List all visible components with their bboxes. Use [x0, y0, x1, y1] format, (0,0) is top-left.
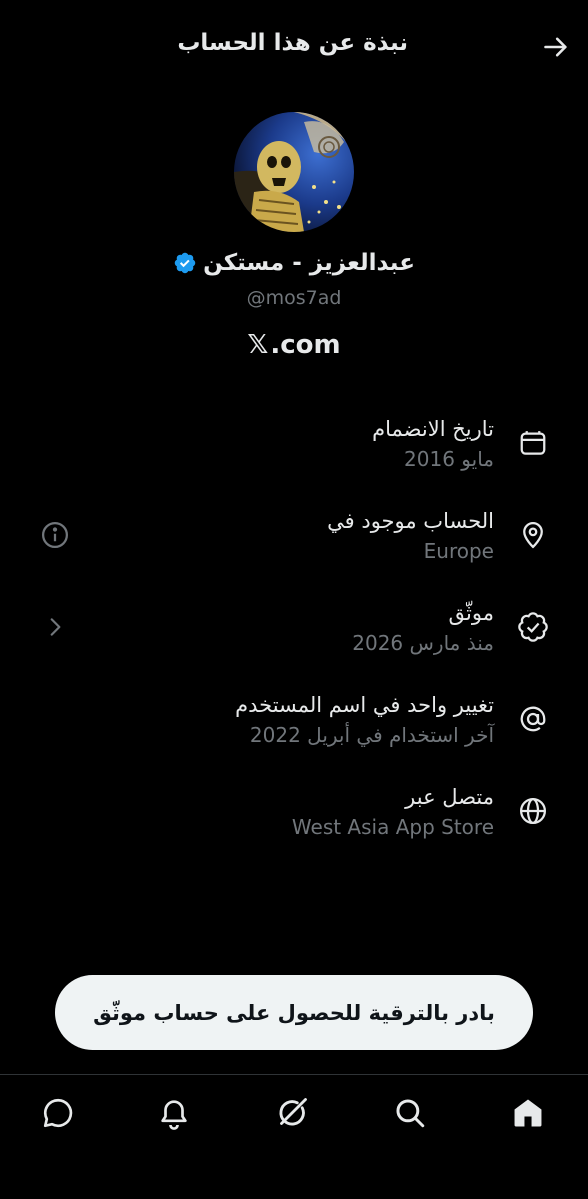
info-text: موثّق منذ مارس 2026	[352, 598, 494, 658]
info-circle-icon	[42, 522, 68, 548]
info-title: متصل عبر	[405, 785, 494, 809]
info-value: West Asia App Store	[291, 815, 494, 839]
info-title: تغيير واحد في اسم المستخدم	[235, 693, 494, 717]
info-item-connected-via: متصل عبر West Asia App Store	[0, 772, 588, 864]
info-item-username-change: تغيير واحد في اسم المستخدم آخر استخدام ف…	[0, 680, 588, 772]
info-value: مايو 2016	[404, 447, 494, 471]
calendar-icon	[516, 426, 550, 460]
info-list: تاريخ الانضمام مايو 2016 الحساب موجود في…	[0, 404, 588, 864]
avatar[interactable]	[234, 112, 354, 232]
at-sign-icon	[516, 702, 550, 736]
back-button[interactable]	[540, 31, 572, 63]
site-domain: .com	[270, 330, 341, 360]
info-text: متصل عبر West Asia App Store	[292, 782, 494, 842]
handle: @mos7ad	[246, 287, 342, 309]
info-value: منذ مارس 2026	[352, 631, 494, 655]
globe-icon	[516, 794, 550, 828]
info-value: Europe	[423, 539, 494, 563]
nav-grok[interactable]	[272, 1093, 312, 1133]
info-item-join-date: تاريخ الانضمام مايو 2016	[0, 404, 588, 496]
verified-badge-icon	[173, 251, 197, 275]
info-title: تاريخ الانضمام	[372, 417, 494, 441]
avatar-image	[234, 112, 354, 232]
verified-details-button[interactable]	[38, 610, 72, 644]
info-item-verified[interactable]: موثّق منذ مارس 2026	[0, 588, 588, 680]
display-name: عبدالعزيز - مستكن	[203, 250, 415, 276]
page-title: نبذة عن هذا الحساب	[177, 30, 408, 56]
home-icon	[514, 1099, 542, 1127]
info-item-location: الحساب موجود في Europe	[0, 496, 588, 588]
name-row: عبدالعزيز - مستكن	[0, 250, 588, 276]
info-text: تغيير واحد في اسم المستخدم آخر استخدام ف…	[235, 690, 494, 750]
info-title: الحساب موجود في	[327, 509, 494, 533]
header: نبذة عن هذا الحساب	[0, 0, 588, 92]
info-title: موثّق	[448, 601, 494, 625]
bell-icon	[161, 1100, 187, 1130]
bottom-nav	[0, 1074, 588, 1199]
arrow-right-icon	[544, 37, 567, 57]
search-icon	[396, 1099, 425, 1128]
site-link[interactable]: 𝕏 .com	[0, 330, 588, 360]
chevron-left-icon	[50, 618, 61, 636]
location-pin-icon	[516, 518, 550, 552]
upgrade-button[interactable]: بادر بالترقية للحصول على حساب موثّق	[55, 975, 533, 1050]
nav-messages[interactable]	[38, 1093, 78, 1133]
chat-bubble-icon	[43, 1098, 73, 1128]
nav-notifications[interactable]	[154, 1093, 194, 1133]
info-button[interactable]	[38, 518, 72, 552]
grok-icon	[279, 1098, 307, 1126]
info-text: تاريخ الانضمام مايو 2016	[372, 414, 494, 474]
nav-home[interactable]	[508, 1093, 548, 1133]
info-value: آخر استخدام في أبريل 2022	[249, 723, 494, 747]
x-logo-icon: 𝕏	[247, 330, 269, 360]
nav-search[interactable]	[390, 1093, 430, 1133]
verified-check-icon	[516, 610, 550, 644]
info-text: الحساب موجود في Europe	[327, 506, 494, 566]
